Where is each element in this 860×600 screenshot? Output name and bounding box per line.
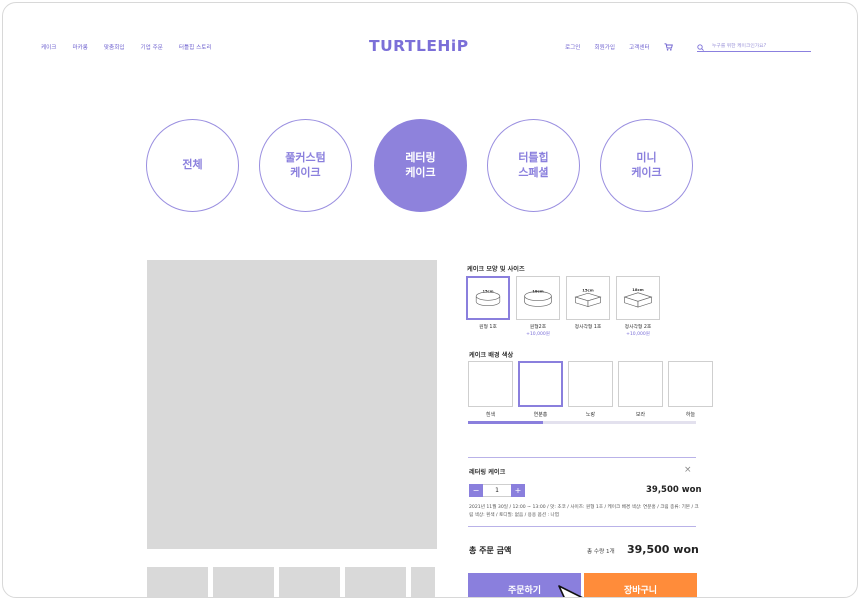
thumbnail[interactable] xyxy=(279,567,340,597)
item-name: 레터링 케이크 xyxy=(469,469,506,476)
item-detail: 2021년 11월 30일 / 12:00 ~ 13:00 / 맛: 초코 / … xyxy=(469,505,699,518)
divider xyxy=(468,526,696,527)
thumbnail[interactable] xyxy=(411,567,435,597)
product-image xyxy=(147,260,437,549)
category-label: 전체 xyxy=(182,158,203,172)
shape-option-square-2[interactable]: 18cm 정사각형 2호 +10,000원 xyxy=(616,276,660,337)
color-option-sky[interactable]: 하늘 xyxy=(668,361,713,418)
thumbnail[interactable] xyxy=(345,567,406,597)
quantity-plus-button[interactable]: + xyxy=(511,484,525,497)
search-placeholder: 누구를 위한 케이크인가요? xyxy=(712,44,767,49)
category-full-custom[interactable]: 풀커스텀 케이크 xyxy=(259,119,352,212)
color-swatch xyxy=(468,361,513,407)
category-mini[interactable]: 미니 케이크 xyxy=(600,119,693,212)
color-name: 연분홍 xyxy=(533,412,548,418)
shape-option-round-2[interactable]: 18cm 원형2호 +10,000원 xyxy=(516,276,560,337)
shape-name: 정사각형 2호 xyxy=(624,325,652,330)
square-cake-icon: 18cm xyxy=(616,276,660,320)
cart-icon[interactable] xyxy=(664,43,673,51)
shape-price: +10,000원 xyxy=(626,332,650,337)
category-all[interactable]: 전체 xyxy=(146,119,239,212)
nav-cake[interactable]: 케이크 xyxy=(41,43,56,51)
color-name: 흰색 xyxy=(485,412,496,418)
logo[interactable]: TURTLEHiP xyxy=(369,37,468,55)
shape-section-title: 케이크 모양 및 사이즈 xyxy=(467,266,525,273)
main-nav: 케이크 마카롱 맞춤회입 기업 주문 터틀힙 스토리 xyxy=(41,43,212,51)
color-name: 하늘 xyxy=(685,412,696,418)
color-swatch xyxy=(568,361,613,407)
total-price: 39,500 won xyxy=(627,543,699,556)
color-name: 보라 xyxy=(635,412,646,418)
quantity-stepper: − 1 + xyxy=(469,484,525,497)
quantity-value[interactable]: 1 xyxy=(483,484,511,497)
color-scrollbar[interactable] xyxy=(468,421,696,424)
category-label: 풀커스텀 케이크 xyxy=(285,150,326,179)
thumbnail-strip xyxy=(147,567,435,597)
color-swatch xyxy=(618,361,663,407)
signup-link[interactable]: 회원가입 xyxy=(594,43,615,51)
total-count: 총 수량 1개 xyxy=(587,549,615,555)
svg-text:18cm: 18cm xyxy=(632,287,644,292)
shape-options: 15cm 원형 1호 18cm 원형2호 +10,000원 15cm 정사각형 … xyxy=(466,276,660,337)
shape-option-square-1[interactable]: 15cm 정사각형 1호 xyxy=(566,276,610,337)
square-cake-icon: 15cm xyxy=(566,276,610,320)
search-input[interactable]: 누구를 위한 케이크인가요? xyxy=(697,40,811,52)
nav-custom[interactable]: 맞춤회입 xyxy=(104,43,125,51)
quantity-minus-button[interactable]: − xyxy=(469,484,483,497)
color-swatch xyxy=(668,361,713,407)
color-name: 노랑 xyxy=(585,412,596,418)
thumbnail[interactable] xyxy=(213,567,274,597)
login-link[interactable]: 로그인 xyxy=(565,43,580,51)
nav-story[interactable]: 터틀힙 스토리 xyxy=(179,43,212,51)
svg-text:18cm: 18cm xyxy=(532,288,544,293)
user-nav: 로그인 회원가입 고객센터 xyxy=(565,43,673,51)
category-label: 터틀힙 스페셜 xyxy=(518,150,549,179)
cursor-icon xyxy=(555,585,591,597)
category-label: 미니 케이크 xyxy=(631,150,662,179)
shape-option-round-1[interactable]: 15cm 원형 1호 xyxy=(466,276,510,337)
browser-frame: 케이크 마카롱 맞춤회입 기업 주문 터틀힙 스토리 TURTLEHiP 로그인… xyxy=(2,2,858,598)
item-price: 39,500 won xyxy=(646,485,702,495)
scrollbar-thumb[interactable] xyxy=(468,421,544,424)
customer-center-link[interactable]: 고객센터 xyxy=(629,43,650,51)
search-icon[interactable] xyxy=(697,36,704,55)
shape-name: 원형 1호 xyxy=(479,325,497,330)
nav-macaron[interactable]: 마카롱 xyxy=(72,43,87,51)
color-option-purple[interactable]: 보라 xyxy=(618,361,663,418)
category-label: 레터링 케이크 xyxy=(405,150,436,179)
nav-corporate-order[interactable]: 기업 주문 xyxy=(141,43,163,51)
add-to-cart-button[interactable]: 장바구니 xyxy=(584,573,697,597)
color-option-white[interactable]: 흰색 xyxy=(468,361,513,418)
color-option-yellow[interactable]: 노랑 xyxy=(568,361,613,418)
shape-name: 정사각형 1호 xyxy=(574,325,602,330)
category-lettering[interactable]: 레터링 케이크 xyxy=(374,119,467,212)
divider xyxy=(468,457,696,458)
round-cake-icon: 15cm xyxy=(466,276,510,320)
color-options: 흰색 연분홍 노랑 보라 하늘 xyxy=(468,361,713,418)
svg-text:15cm: 15cm xyxy=(582,287,594,292)
category-special[interactable]: 터틀힙 스페셜 xyxy=(487,119,580,212)
color-section-title: 케이크 배경 색상 xyxy=(469,352,514,359)
svg-text:15cm: 15cm xyxy=(483,290,494,294)
total-label: 총 주문 금액 xyxy=(469,546,512,555)
shape-name: 원형2호 xyxy=(529,325,547,330)
round-cake-icon: 18cm xyxy=(516,276,560,320)
shape-price: +10,000원 xyxy=(526,332,550,337)
color-swatch xyxy=(518,361,563,407)
close-icon[interactable]: × xyxy=(684,465,692,475)
thumbnail[interactable] xyxy=(147,567,208,597)
color-option-light-pink[interactable]: 연분홍 xyxy=(518,361,563,418)
